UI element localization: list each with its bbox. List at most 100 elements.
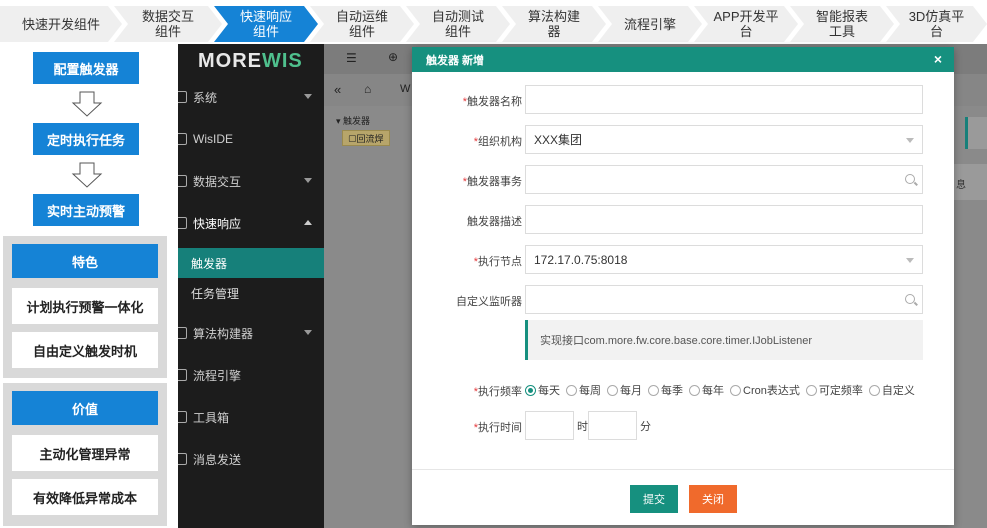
flow-scheduled-task: 定时执行任务 — [33, 123, 139, 155]
dialog-title: 触发器 新增 — [426, 54, 485, 67]
features-group: 特色 计划执行预警一体化 自由定义触发时机 — [3, 236, 167, 378]
freq-radio-yearly[interactable]: 每年 — [689, 382, 724, 398]
organization-select[interactable]: XXX集团 — [525, 125, 923, 154]
sidebar-item-rapid-response[interactable]: 快速响应 — [178, 202, 324, 244]
feature-item: 自由定义触发时机 — [12, 332, 158, 368]
freq-radio-quarterly[interactable]: 每季 — [648, 382, 683, 398]
trigger-event-input[interactable] — [525, 165, 923, 194]
custom-listener-input[interactable] — [525, 285, 923, 314]
chevron-up-icon — [304, 220, 312, 225]
execution-node-value: 172.17.0.75:8018 — [534, 252, 628, 267]
event-label: *触发器事务 — [462, 176, 522, 188]
freq-radio-monthly[interactable]: 每月 — [607, 382, 642, 398]
sidebar-item-data-interaction[interactable]: 数据交互 — [178, 160, 324, 202]
value-item: 主动化管理异常 — [12, 435, 158, 471]
flow-realtime-alert: 实时主动预警 — [33, 194, 139, 226]
menu-icon[interactable]: ☰ — [346, 51, 357, 65]
chevron-down-icon — [304, 330, 312, 335]
sidebar-item-label: 数据交互 — [193, 174, 242, 189]
step-3d-simulation[interactable]: 3D仿真平 台 — [886, 6, 987, 42]
time-label: *执行时间 — [473, 422, 522, 434]
radio-button[interactable] — [566, 384, 577, 396]
hour-input[interactable] — [525, 411, 574, 440]
radio-button[interactable] — [525, 384, 536, 396]
description-label: 触发器描述 — [467, 216, 522, 228]
sidebar-item-message-send[interactable]: 消息发送 — [178, 438, 324, 480]
radio-button[interactable] — [607, 384, 618, 396]
step-auto-ops[interactable]: 自动运维 组件 — [310, 6, 414, 42]
sidebar-item-system[interactable]: 系统 — [178, 76, 324, 118]
radio-button[interactable] — [648, 384, 659, 396]
hour-unit: 时 — [577, 421, 588, 433]
radio-button[interactable] — [805, 384, 817, 396]
sidebar-item-process-engine[interactable]: 流程引擎 — [178, 354, 324, 396]
organization-value: XXX集团 — [534, 133, 583, 147]
step-rapid-dev[interactable]: 快速开发组件 — [0, 6, 122, 42]
node-label: *执行节点 — [473, 256, 522, 268]
down-arrow-icon — [71, 91, 103, 117]
sidebar: MOREWIS 系统 WisIDE 数据交互 快速响应 触发器 任务管理 算法构… — [178, 44, 324, 528]
logo: MOREWIS — [198, 50, 303, 72]
freq-radio-custom[interactable]: 自定义 — [868, 382, 915, 398]
sidebar-item-label: 系统 — [193, 90, 218, 105]
left-info-panel: 配置触发器 定时执行任务 实时主动预警 特色 计划执行预警一体化 自由定义触发时… — [0, 44, 170, 528]
search-icon[interactable] — [905, 294, 915, 304]
clock-icon — [178, 217, 187, 229]
home-icon[interactable]: ⌂ — [364, 82, 371, 96]
step-algorithm-builder[interactable]: 算法构建 器 — [502, 6, 606, 42]
step-auto-test[interactable]: 自动测试 组件 — [406, 6, 510, 42]
value-item: 有效降低异常成本 — [12, 479, 158, 515]
step-data-interaction[interactable]: 数据交互 组件 — [114, 6, 222, 42]
tree-root[interactable]: ▾ 触发器 — [336, 114, 370, 127]
sidebar-item-toolbox[interactable]: 工具箱 — [178, 396, 324, 438]
sidebar-subitem-trigger[interactable]: 触发器 — [178, 248, 324, 278]
globe-icon[interactable]: ⊕ — [388, 50, 398, 64]
freq-radio-cron[interactable]: Cron表达式 — [730, 382, 800, 398]
step-process-engine[interactable]: 流程引擎 — [598, 6, 702, 42]
sidebar-item-wiside[interactable]: WisIDE — [178, 118, 324, 160]
trigger-name-input[interactable] — [525, 85, 923, 114]
ide-icon — [178, 133, 187, 145]
radio-button[interactable] — [689, 384, 700, 396]
frequency-label: *执行频率 — [473, 386, 522, 398]
radio-button[interactable] — [730, 384, 741, 396]
close-icon[interactable]: × — [934, 51, 942, 67]
sidebar-item-label: 流程引擎 — [193, 368, 242, 383]
toolbar-fragment — [965, 117, 987, 149]
close-button[interactable]: 关闭 — [689, 485, 737, 513]
dialog-header: 触发器 新增 × — [412, 47, 954, 72]
system-icon — [178, 91, 187, 103]
submit-button[interactable]: 提交 — [630, 485, 678, 513]
chevron-down-icon — [304, 94, 312, 99]
collapse-left-icon[interactable]: « — [334, 82, 341, 97]
tab-fragment[interactable]: W — [400, 83, 410, 95]
down-arrow-icon — [71, 162, 103, 188]
minute-unit: 分 — [640, 421, 651, 433]
trigger-tree: ▾ 触发器 ▢ 回流焊 — [324, 106, 414, 528]
org-label: *组织机构 — [473, 136, 522, 148]
sidebar-subitem-task-management[interactable]: 任务管理 — [178, 278, 324, 308]
freq-radio-daily[interactable]: 每天 — [525, 382, 560, 398]
sidebar-item-label: 算法构建器 — [193, 326, 254, 341]
name-label: *触发器名称 — [462, 96, 522, 108]
execution-node-select[interactable]: 172.17.0.75:8018 — [525, 245, 923, 274]
listener-hint: 实现接口com.more.fw.core.base.core.timer.IJo… — [525, 320, 923, 360]
message-icon — [178, 453, 187, 465]
search-icon[interactable] — [905, 174, 915, 184]
sidebar-item-label: 快速响应 — [193, 216, 242, 231]
frequency-radio-group: 每天 每周 每月 每季 每年 Cron表达式 可定频率 自定义 — [525, 382, 921, 398]
freq-radio-weekly[interactable]: 每周 — [566, 382, 601, 398]
trigger-description-input[interactable] — [525, 205, 923, 234]
freq-radio-fixed[interactable]: 可定频率 — [805, 382, 863, 398]
sidebar-item-algorithm-builder[interactable]: 算法构建器 — [178, 312, 324, 354]
toolbox-icon — [178, 411, 187, 423]
chevron-down-icon — [906, 258, 914, 263]
radio-button[interactable] — [868, 384, 880, 396]
step-app-platform[interactable]: APP开发平 台 — [694, 6, 798, 42]
step-bar: 快速开发组件 数据交互 组件 快速响应 组件 自动运维 组件 自动测试 组件 算… — [0, 0, 987, 44]
feature-item: 计划执行预警一体化 — [12, 288, 158, 324]
step-report-tool[interactable]: 智能报表 工具 — [790, 6, 894, 42]
step-rapid-response[interactable]: 快速响应 组件 — [214, 6, 318, 42]
tree-node[interactable]: ▢ 回流焊 — [342, 130, 390, 146]
minute-input[interactable] — [588, 411, 637, 440]
